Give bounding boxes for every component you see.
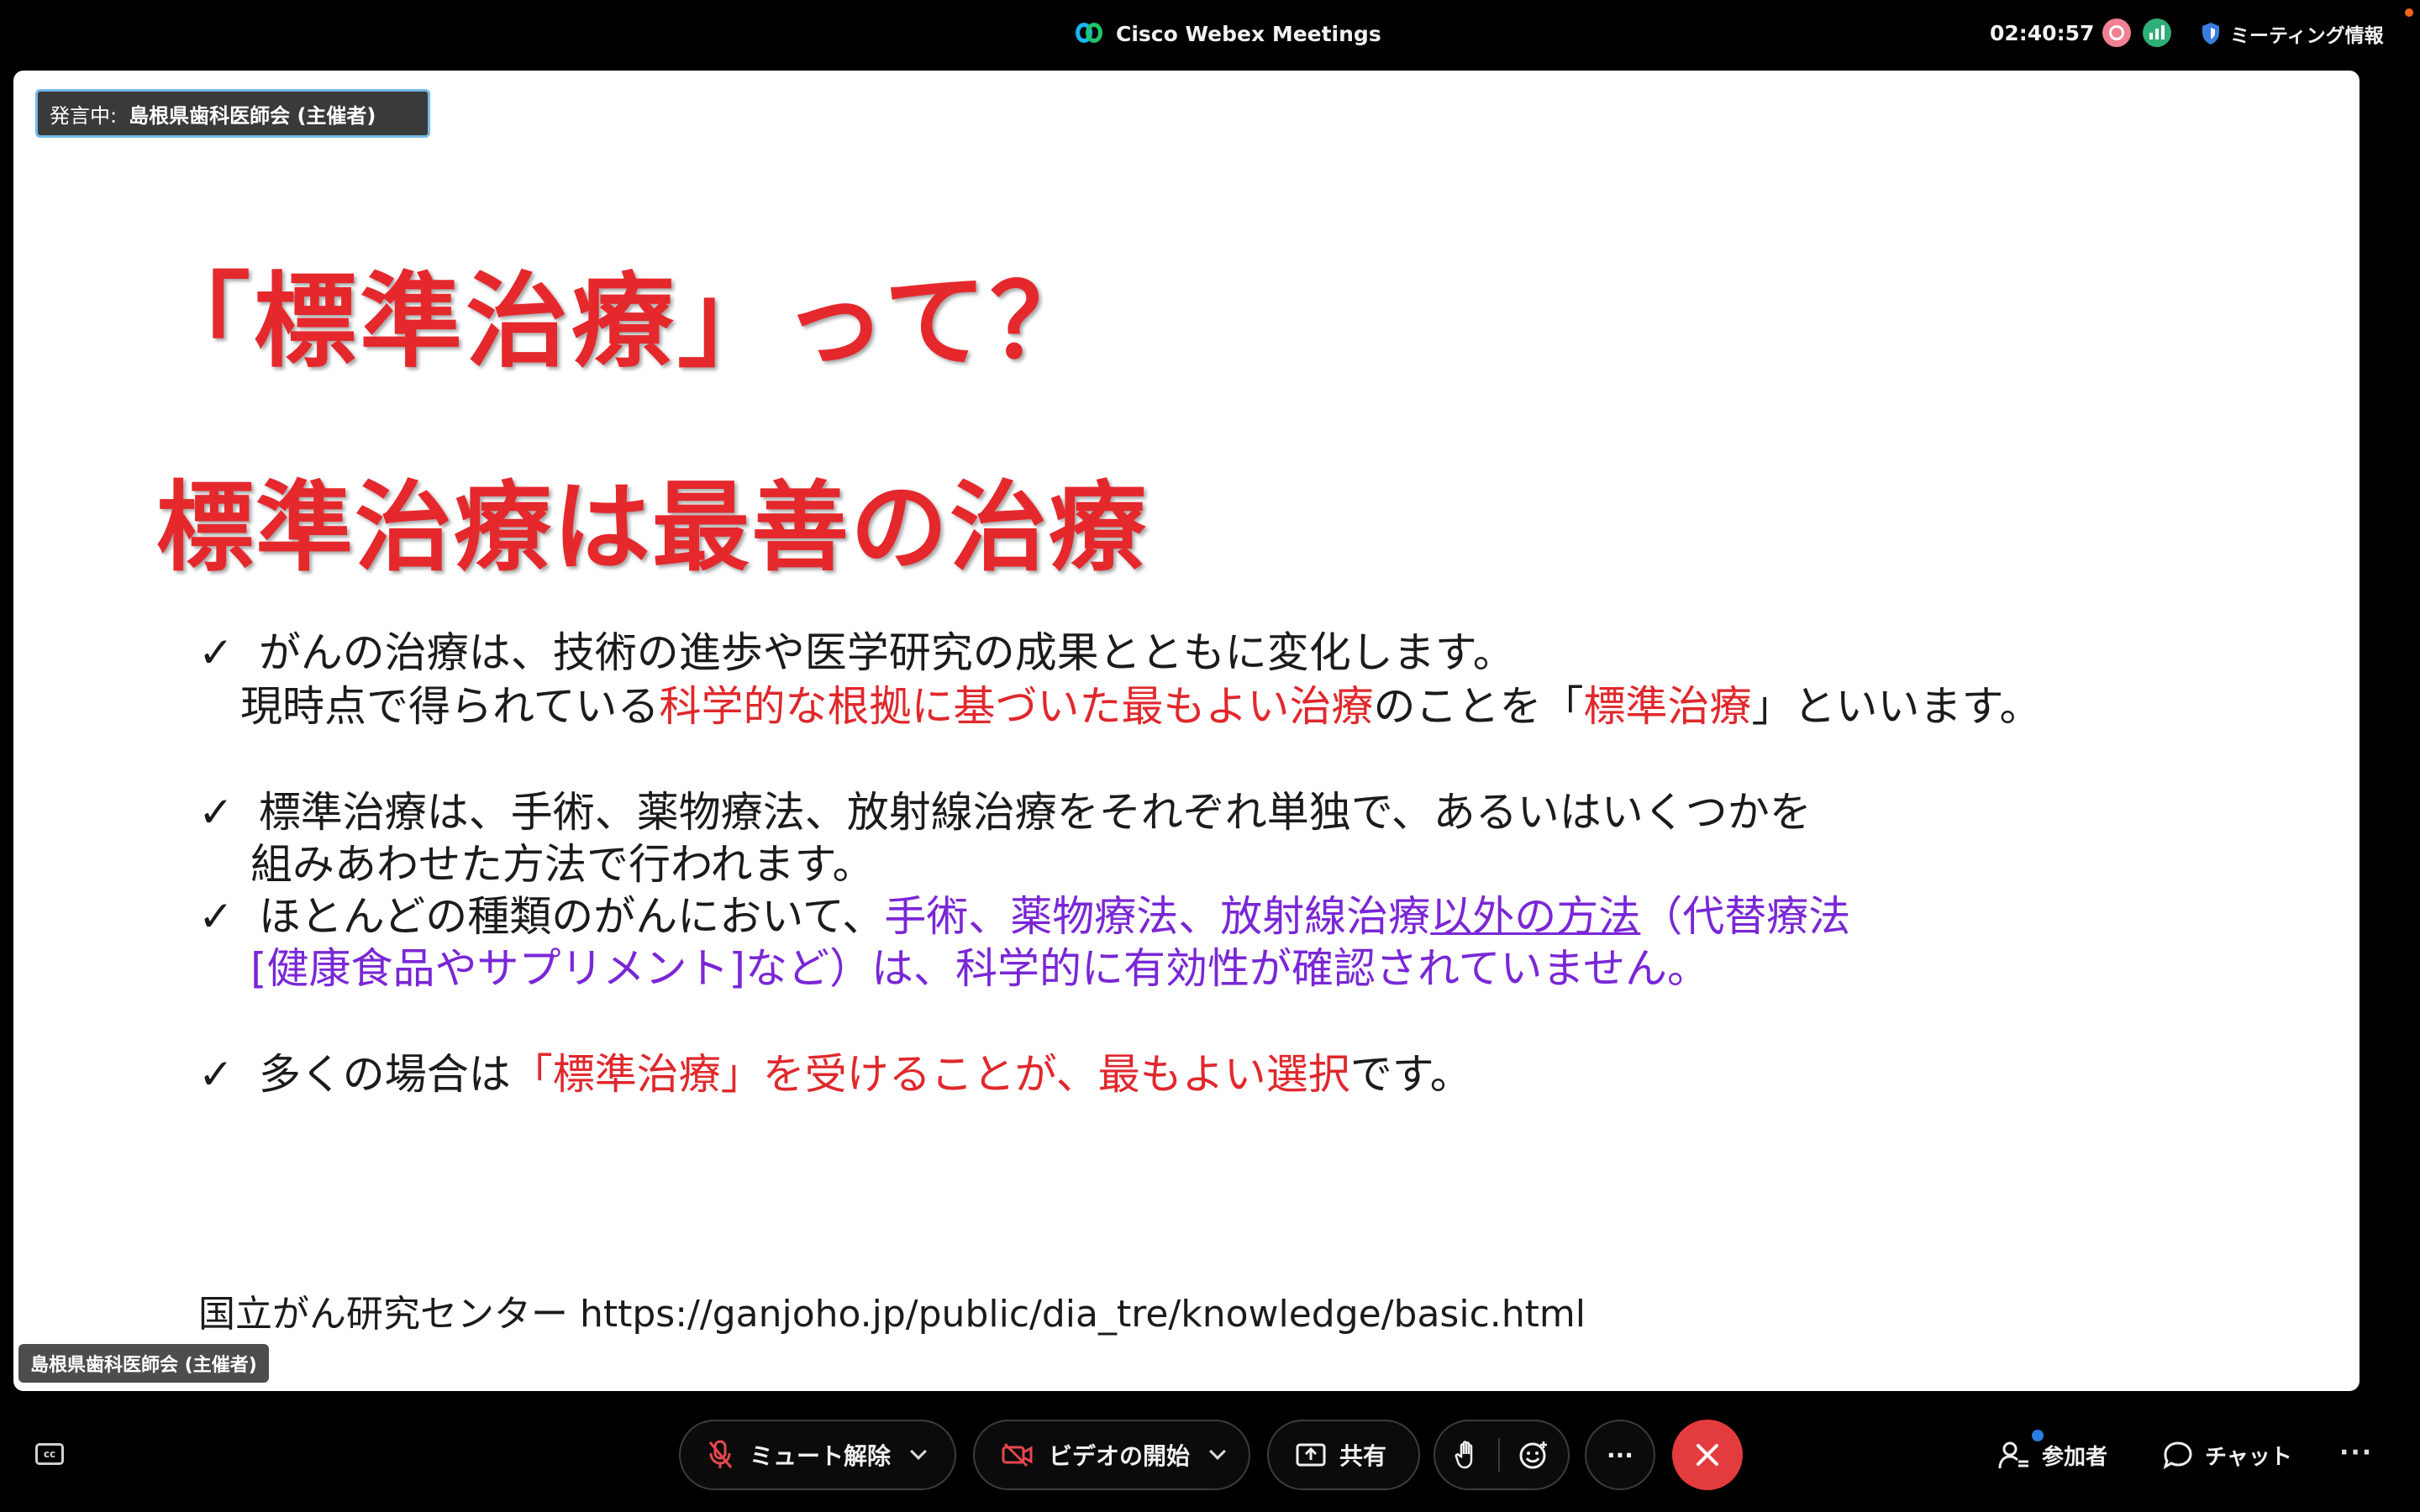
bullet-4-line-1: ✓ 多くの場合は「標準治療」を受けることが、最もよい選択です。 [198,1048,1472,1100]
speaking-name: 島根県歯科医師会 (主催者) [129,103,376,128]
chat-button[interactable]: チャット [2163,1431,2292,1478]
bullet-3-text-d: （代替療法 [1640,892,1851,941]
chevron-down-icon[interactable] [910,1443,927,1460]
speaking-prefix: 発言中: [50,103,118,128]
meeting-clock: 02:40:57 [1990,21,2095,45]
bullet-2-text: 標準治療は、手術、薬物療法、放射線治療をそれぞれ単独で、あるいはいくつかを [258,788,1812,837]
bullet-2-line-1: ✓ 標準治療は、手術、薬物療法、放射線治療をそれぞれ単独で、あるいはいくつかを [198,786,1812,838]
check-mark: ✓ [198,1050,234,1099]
unmute-label: ミュート解除 [750,1442,892,1470]
share-icon [1296,1443,1326,1467]
bullet-1-text-c: のことを「 [1373,682,1584,731]
more-options-button[interactable]: ··· [1585,1420,1655,1490]
bullet-1-text-e: 」といいます。 [1751,682,2042,731]
start-video-button[interactable]: ビデオの開始 [973,1420,1250,1490]
bullet-3-highlight: 手術、薬物療法、放射線治療 [884,892,1431,941]
slide-subtitle: 標準治療は最善の治療 [156,471,1148,585]
leave-meeting-button[interactable] [1672,1420,1743,1490]
share-label: 共有 [1339,1442,1387,1470]
app-title: Cisco Webex Meetings [1076,17,1381,50]
bullet-4-text-c: です。 [1349,1050,1472,1099]
more-options-label: ··· [1607,1441,1634,1469]
bullet-3-line-2: [健康食品やサプリメント]など）は、科学的に有効性が確認されていません。 [250,944,1710,993]
check-mark: ✓ [198,892,234,941]
app-title-text: Cisco Webex Meetings [1116,21,1381,46]
shared-screen: 発言中: 島根県歯科医師会 (主催者) 「標準治療」って？ 標準治療は最善の治療… [13,71,2360,1391]
closed-captions-button[interactable]: cc [35,1443,64,1465]
presenter-name-tag: 島根県歯科医師会 (主催者) [18,1344,269,1383]
bullet-1-line-1: ✓ がんの治療は、技術の進歩や医学研究の成果とともに変化します。 [198,627,1515,679]
check-mark: ✓ [198,788,234,837]
webex-logo-icon [1076,21,1104,46]
shield-icon [2202,23,2219,45]
microphone-muted-icon [708,1440,733,1468]
bullet-1-text-a: 現時点で得られている [240,682,660,731]
reactions-group [1434,1420,1570,1490]
slide-title: 「標準治療」って？ [148,262,1096,381]
bullet-4-highlight: 「標準治療」を受けることが、最もよい選択 [510,1050,1350,1099]
chat-icon [2163,1441,2192,1469]
participants-button[interactable]: 参加者 [1998,1431,2107,1478]
divider [1498,1438,1500,1472]
slide-source: 国立がん研究センター https://ganjoho.jp/public/dia… [198,1293,1586,1336]
title-bar: Cisco Webex Meetings 02:40:57 ミーティング情報 [0,0,2420,67]
bullet-3-line-1: ✓ ほとんどの種類のがんにおいて、手術、薬物療法、放射線治療以外の方法（代替療法 [198,890,1850,942]
bullet-1-highlight-term: 標準治療 [1583,682,1752,731]
share-button[interactable]: 共有 [1267,1420,1420,1490]
bullet-1-highlight: 科学的な根拠に基づいた最もよい治療 [659,682,1374,731]
chevron-down-icon[interactable] [1209,1443,1226,1460]
bullet-2-line-2: 組みあわせた方法で行われます。 [250,840,875,889]
participants-notification-dot [2032,1430,2044,1441]
bullet-3-text-a: ほとんどの種類のがんにおいて、 [258,892,885,941]
network-stats-icon[interactable] [2143,18,2171,47]
more-panels-button[interactable]: ··· [2339,1438,2373,1467]
video-off-icon [1002,1442,1033,1467]
start-video-label: ビデオの開始 [1049,1442,1191,1470]
bullet-4-text-a: 多くの場合は [258,1050,511,1099]
check-mark: ✓ [198,628,234,677]
participants-label: 参加者 [2042,1444,2108,1470]
active-speaker-badge: 発言中: 島根県歯科医師会 (主催者) [35,89,430,138]
participants-icon [1998,1441,2028,1469]
recording-icon[interactable] [2102,18,2131,47]
notification-dot [2405,8,2413,17]
chat-label: チャット [2205,1444,2292,1470]
meeting-info-button[interactable]: ミーティング情報 [2202,17,2384,50]
meeting-info-label: ミーティング情報 [2230,25,2384,47]
bullet-1-text: がんの治療は、技術の進歩や医学研究の成果とともに変化します。 [258,628,1515,677]
unmute-button[interactable]: ミュート解除 [679,1420,956,1490]
emoji-reaction-icon[interactable] [1518,1440,1549,1470]
raise-hand-icon[interactable] [1455,1440,1480,1470]
bullet-1-line-2: 現時点で得られている科学的な根拠に基づいた最もよい治療のことを「標準治療」といい… [240,680,2042,732]
bullet-3-underlined: 以外の方法 [1430,892,1641,941]
close-icon [1697,1444,1718,1466]
